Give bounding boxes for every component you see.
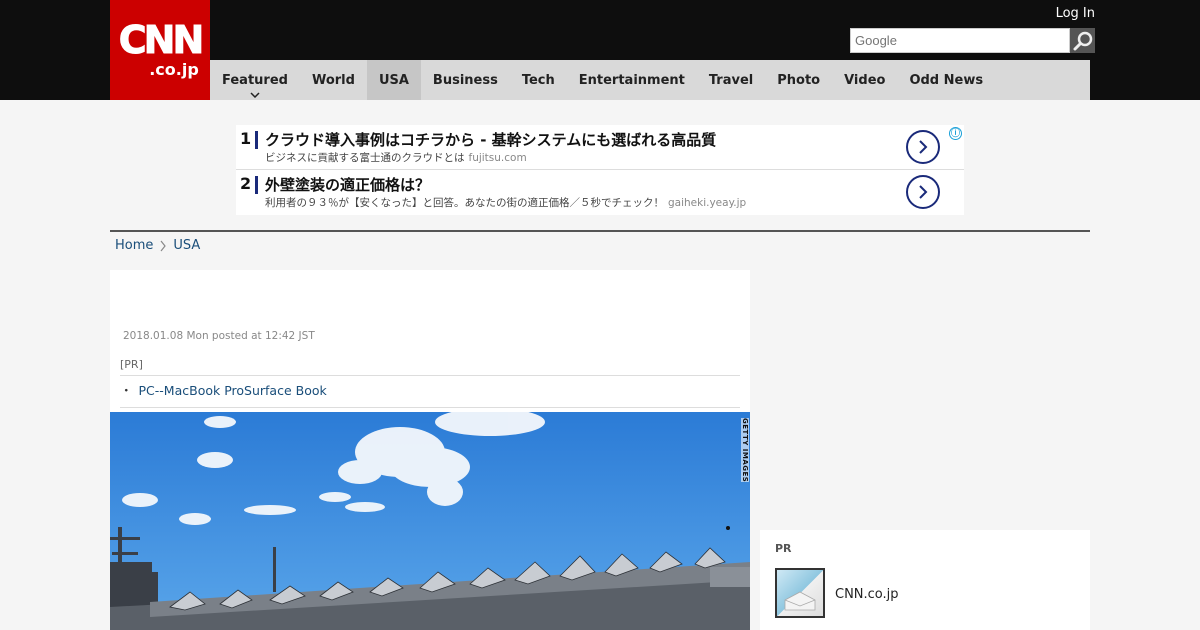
nav-item-tech[interactable]: Tech — [510, 60, 567, 100]
ad-item[interactable]: 2 外壁塗装の適正価格は？ 利用者の９３％が【安くなった】と回答。あなたの街の適… — [236, 170, 964, 215]
nav-item-label: Entertainment — [578, 72, 685, 88]
chevron-down-icon — [250, 92, 260, 98]
chevron-right-icon — [160, 240, 167, 251]
pr-box: [PR] ・ PC--MacBook ProSurface Book — [120, 358, 740, 408]
search-box — [850, 28, 1095, 53]
photo-credit: GETTY IMAGES — [741, 418, 749, 483]
cnn-logo[interactable]: CNN .co.jp — [110, 0, 210, 100]
chevron-right-icon — [919, 185, 928, 199]
ad-item[interactable]: 1 クラウド導入事例はコチラから - 基幹システムにも選ばれる高品質 ビジネスに… — [236, 125, 964, 170]
envelope-icon — [784, 591, 816, 611]
ad-title[interactable]: 外壁塗装の適正価格は？ — [265, 174, 430, 195]
ad-domain: gaiheki.yeay.jp — [668, 197, 747, 209]
nav-item-usa[interactable]: USA — [366, 60, 421, 100]
ad-divider-bar — [255, 176, 258, 194]
main-nav: Featured World USA Business Tech Enterta… — [210, 60, 1090, 100]
pr-link-text[interactable]: PC--MacBook ProSurface Book — [139, 383, 327, 398]
login-link[interactable]: Log In — [1056, 6, 1095, 21]
search-input[interactable] — [850, 28, 1070, 53]
chevron-right-icon — [919, 140, 928, 154]
nav-item-label: Tech — [521, 72, 555, 88]
nav-item-label: Photo — [777, 72, 821, 88]
nav-item-label: USA — [378, 72, 409, 88]
article-dateline: 2018.01.08 Mon posted at 12:42 JST — [123, 330, 315, 342]
search-icon — [1073, 31, 1092, 50]
section-divider — [110, 230, 1090, 232]
sidebar-pr: PR CNN.co.jp — [760, 530, 1090, 630]
logo-main: CNN — [118, 18, 204, 62]
ad-divider-bar — [255, 131, 258, 149]
nav-item-world[interactable]: World — [300, 60, 367, 100]
aircraft-carrier-image — [110, 412, 750, 630]
logo-sub: .co.jp — [149, 60, 199, 79]
nav-item-photo[interactable]: Photo — [765, 60, 832, 100]
nav-item-label: Video — [844, 72, 886, 88]
ad-number: 1 — [240, 129, 252, 148]
ad-arrow-button[interactable] — [906, 130, 940, 164]
pr-label: [PR] — [120, 358, 740, 376]
nav-item-label: World — [311, 72, 355, 88]
pr-thumbnail[interactable] — [775, 568, 825, 618]
nav-item-business[interactable]: Business — [421, 60, 510, 100]
ad-number: 2 — [240, 174, 252, 193]
ad-block: 1 クラウド導入事例はコチラから - 基幹システムにも選ばれる高品質 ビジネスに… — [236, 125, 964, 215]
ad-description: 利用者の９３％が【安くなった】と回答。あなたの街の適正価格／５秒でチェック！ ga… — [265, 195, 746, 210]
bullet: ・ — [120, 383, 133, 398]
nav-item-label: Business — [432, 72, 498, 88]
ad-description: ビジネスに貢献する富士通のクラウドとは fujitsu.com — [265, 150, 527, 165]
breadcrumb-home[interactable]: Home — [115, 238, 153, 253]
nav-item-entertainment[interactable]: Entertainment — [567, 60, 697, 100]
article-card: 2018.01.08 Mon posted at 12:42 JST [PR] … — [110, 270, 750, 630]
nav-item-label: Travel — [708, 72, 754, 88]
nav-item-featured[interactable]: Featured — [210, 60, 300, 100]
ad-domain: fujitsu.com — [468, 152, 527, 164]
sidebar-pr-label: PR — [775, 542, 792, 555]
article-photo: GETTY IMAGES — [110, 412, 750, 630]
ad-desc-text: 利用者の９３％が【安くなった】と回答。あなたの街の適正価格／５秒でチェック！ — [265, 197, 664, 209]
pr-link-item[interactable]: ・ PC--MacBook ProSurface Book — [120, 376, 740, 408]
pr-item-text[interactable]: CNN.co.jp — [835, 587, 899, 602]
breadcrumb: Home USA — [115, 238, 200, 253]
nav-item-travel[interactable]: Travel — [697, 60, 765, 100]
ad-arrow-button[interactable] — [906, 175, 940, 209]
nav-item-label: Odd News — [909, 72, 984, 88]
ad-desc-text: ビジネスに貢献する富士通のクラウドとは — [265, 152, 465, 164]
breadcrumb-usa[interactable]: USA — [173, 238, 200, 253]
nav-item-odd-news[interactable]: Odd News — [897, 60, 995, 100]
nav-item-video[interactable]: Video — [832, 60, 897, 100]
search-button[interactable] — [1070, 28, 1095, 53]
ad-info-icon[interactable]: ⓘ — [949, 127, 962, 140]
ad-title[interactable]: クラウド導入事例はコチラから - 基幹システムにも選ばれる高品質 — [265, 129, 716, 150]
nav-item-label: Featured — [222, 72, 288, 88]
